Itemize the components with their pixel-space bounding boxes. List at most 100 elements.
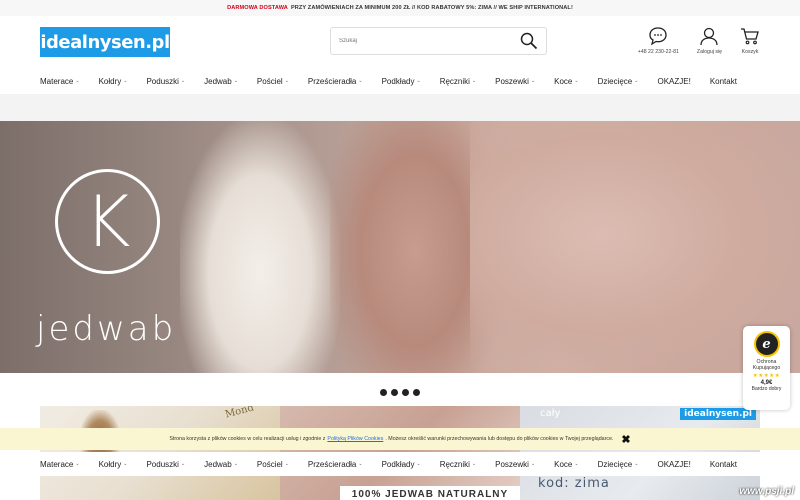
slider-dot[interactable]	[413, 388, 420, 396]
sticky-nav-item[interactable]: Koce ⌄	[554, 460, 578, 469]
nav-item[interactable]: Kontakt	[710, 77, 737, 86]
cookie-banner: Strona korzysta z plików cookies w celu …	[0, 428, 800, 450]
k-brand-logo: K	[55, 169, 160, 274]
chat-icon	[649, 27, 667, 46]
cookie-text-after: . Możesz określić warunki przechowywania…	[385, 436, 614, 442]
cookie-text: Strona korzysta z plików cookies w celu …	[169, 436, 326, 442]
sticky-nav-item[interactable]: Pościel ⌄	[257, 460, 289, 469]
sticky-nav-item-label: Ręczniki	[439, 459, 470, 469]
chevron-down-icon: ⌄	[530, 461, 536, 467]
chevron-down-icon: ⌄	[75, 461, 80, 467]
rating-text: Bardzo dobry	[751, 386, 782, 392]
cookie-policy-link[interactable]: Polityką Plików Cookies	[327, 436, 383, 442]
nav-item[interactable]: Prześcieradła ⌄	[308, 77, 363, 86]
chevron-down-icon: ⌄	[75, 78, 80, 84]
tile-3-discount-code: kod: zima	[538, 476, 610, 491]
sticky-nav-item[interactable]: Jedwab ⌄	[204, 460, 238, 469]
nav-item[interactable]: Ręczniki ⌄	[440, 77, 476, 86]
sticky-nav-item[interactable]: Materace ⌄	[40, 460, 80, 469]
main-nav: Materace ⌄ Kołdry ⌄ Poduszki ⌄ Jedwab ⌄ Pościel ⌄…	[0, 68, 800, 94]
sticky-nav: Materace ⌄ Kołdry ⌄ Poduszki ⌄ Jedwab ⌄ Pościel ⌄…	[0, 452, 800, 476]
nav-item[interactable]: Dziecięce ⌄	[598, 77, 639, 86]
chevron-down-icon: ⌄	[180, 78, 186, 84]
chevron-down-icon: ⌄	[574, 78, 579, 84]
nav-item-label: Koce	[554, 76, 573, 86]
sticky-nav-item[interactable]: Dziecięce ⌄	[598, 460, 639, 469]
nav-item-label: Kontakt	[709, 76, 737, 86]
cart-link[interactable]: Koszyk	[740, 26, 760, 55]
chevron-down-icon: ⌄	[358, 461, 363, 467]
sticky-nav-item-label: Dziecięce	[597, 459, 633, 469]
nav-item-label: Dziecięce	[597, 76, 633, 86]
nav-item[interactable]: Koce ⌄	[554, 77, 578, 86]
tile-2-banner: 100% JEDWAB NATURALNY	[340, 486, 520, 500]
nav-item-label: Poduszki	[146, 76, 179, 86]
nav-item[interactable]: OKAZJE!	[657, 77, 690, 86]
sticky-nav-item-label: Podkłady	[381, 459, 415, 469]
nav-item[interactable]: Materace ⌄	[40, 77, 80, 86]
slider-dot[interactable]	[391, 388, 398, 396]
nav-item[interactable]: Poduszki ⌄	[146, 77, 185, 86]
trust-seal-icon: e	[753, 331, 780, 357]
search-icon[interactable]	[520, 32, 538, 50]
header: idealnysen.pl +48 22 230-22-81 Zaloguj s…	[0, 16, 800, 68]
hero-caption: jedwab	[36, 309, 177, 349]
search-input[interactable]	[339, 38, 520, 44]
trust-label: Ochrona Kupującego	[752, 359, 781, 371]
chevron-down-icon: ⌄	[634, 78, 639, 84]
nav-item[interactable]: Jedwab ⌄	[204, 77, 238, 86]
site-logo[interactable]: idealnysen.pl	[40, 27, 170, 57]
nav-item[interactable]: Pościel ⌄	[257, 77, 289, 86]
tile-3-logo: idealnysen.pl	[680, 408, 756, 420]
tile-3-top-text: cały	[540, 408, 561, 419]
chevron-down-icon: ⌄	[180, 461, 186, 467]
sticky-nav-item[interactable]: Poduszki ⌄	[146, 460, 185, 469]
hero-top-margin	[0, 94, 800, 121]
nav-item[interactable]: Podkłady ⌄	[382, 77, 421, 86]
k-brand-letter: K	[84, 180, 131, 263]
sticky-nav-item[interactable]: Poszewki ⌄	[495, 460, 535, 469]
trusted-shops-badge[interactable]: e Ochrona Kupującego ★★★★★ 4,9€ Bardzo d…	[743, 326, 790, 410]
nav-item[interactable]: Kołdry ⌄	[99, 77, 128, 86]
slider-dot[interactable]	[402, 388, 409, 396]
cart-icon	[741, 28, 759, 45]
chevron-down-icon: ⌄	[284, 461, 289, 467]
nav-item[interactable]: Poszewki ⌄	[495, 77, 535, 86]
login-label: Zaloguj się	[696, 49, 722, 55]
hero-slider[interactable]: K jedwab	[0, 121, 800, 373]
sticky-nav-item[interactable]: Podkłady ⌄	[382, 460, 421, 469]
nav-item-label: Podkłady	[381, 76, 415, 86]
nav-item-label: Jedwab	[204, 76, 232, 86]
close-icon[interactable]: ✖	[621, 433, 630, 446]
sticky-nav-item[interactable]: Kontakt	[710, 460, 737, 469]
slider-dot[interactable]	[380, 388, 387, 396]
sticky-nav-item[interactable]: OKAZJE!	[657, 460, 690, 469]
sticky-nav-item[interactable]: Ręczniki ⌄	[440, 460, 476, 469]
promo-highlight: DARMOWA DOSTAWA	[227, 5, 288, 11]
sticky-nav-item-label: Prześcieradła	[307, 459, 357, 469]
chevron-down-icon: ⌄	[233, 461, 238, 467]
sticky-nav-item-label: Pościel	[256, 459, 283, 469]
chevron-down-icon: ⌄	[416, 78, 421, 84]
sticky-nav-item-label: Jedwab	[204, 459, 232, 469]
chevron-down-icon: ⌄	[284, 78, 289, 84]
nav-item-label: Kołdry	[98, 76, 122, 86]
sticky-nav-item-label: Kołdry	[98, 459, 122, 469]
login-link[interactable]: Zaloguj się	[697, 26, 722, 55]
nav-item-label: Prześcieradła	[307, 76, 357, 86]
sticky-nav-item-label: Poszewki	[495, 459, 529, 469]
sticky-nav-item-label: Kontakt	[709, 459, 737, 469]
chevron-down-icon: ⌄	[123, 461, 128, 467]
sticky-nav-item[interactable]: Kołdry ⌄	[99, 460, 128, 469]
promo-bar: DARMOWA DOSTAWA PRZY ZAMÓWIENIACH ZA MIN…	[0, 0, 800, 16]
contact-link[interactable]: +48 22 230-22-81	[638, 26, 679, 55]
sticky-nav-item-label: Materace	[40, 459, 74, 469]
chevron-down-icon: ⌄	[233, 78, 238, 84]
chevron-down-icon: ⌄	[471, 461, 477, 467]
chevron-down-icon: ⌄	[471, 78, 477, 84]
chevron-down-icon: ⌄	[530, 78, 536, 84]
sticky-nav-item[interactable]: Prześcieradła ⌄	[308, 460, 363, 469]
nav-item-label: Ręczniki	[439, 76, 470, 86]
search-box[interactable]	[330, 27, 547, 55]
nav-item-label: Pościel	[256, 76, 283, 86]
